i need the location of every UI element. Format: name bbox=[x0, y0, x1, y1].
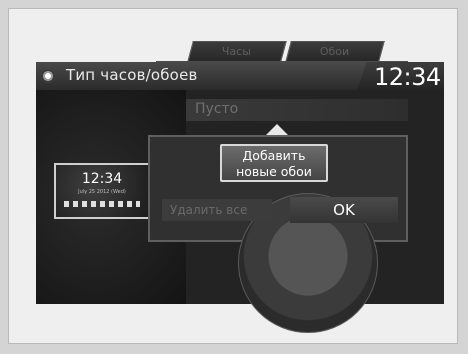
delete-all-button[interactable]: Удалить все bbox=[162, 199, 272, 221]
tab-clock-label: Часы bbox=[222, 45, 252, 58]
add-button-label-line2: новые обои bbox=[236, 164, 312, 179]
list-item-label: Пусто bbox=[195, 101, 239, 117]
ok-button[interactable]: OK bbox=[290, 197, 398, 223]
add-button-label-line1: Добавить bbox=[242, 148, 306, 163]
preview-icons-row bbox=[64, 201, 140, 207]
triangle-up-icon bbox=[266, 124, 288, 135]
preview-time: 12:34 bbox=[81, 171, 123, 187]
tab-wallpaper[interactable]: Обои bbox=[285, 41, 385, 62]
bullet-icon bbox=[41, 69, 55, 83]
clock-preview-thumbnail: 12:34 July 25 2012 (Wed) bbox=[54, 163, 150, 219]
tab-clock[interactable]: Часы bbox=[187, 41, 287, 62]
tab-divider bbox=[156, 61, 408, 62]
tab-wallpaper-label: Обои bbox=[320, 45, 350, 58]
add-new-wallpaper-button[interactable]: Добавить новые обои bbox=[220, 144, 328, 182]
clock-display: 12:34 bbox=[374, 63, 441, 91]
preview-date: July 25 2012 (Wed) bbox=[78, 189, 126, 195]
screen-title: Тип часов/обоев bbox=[66, 66, 198, 84]
